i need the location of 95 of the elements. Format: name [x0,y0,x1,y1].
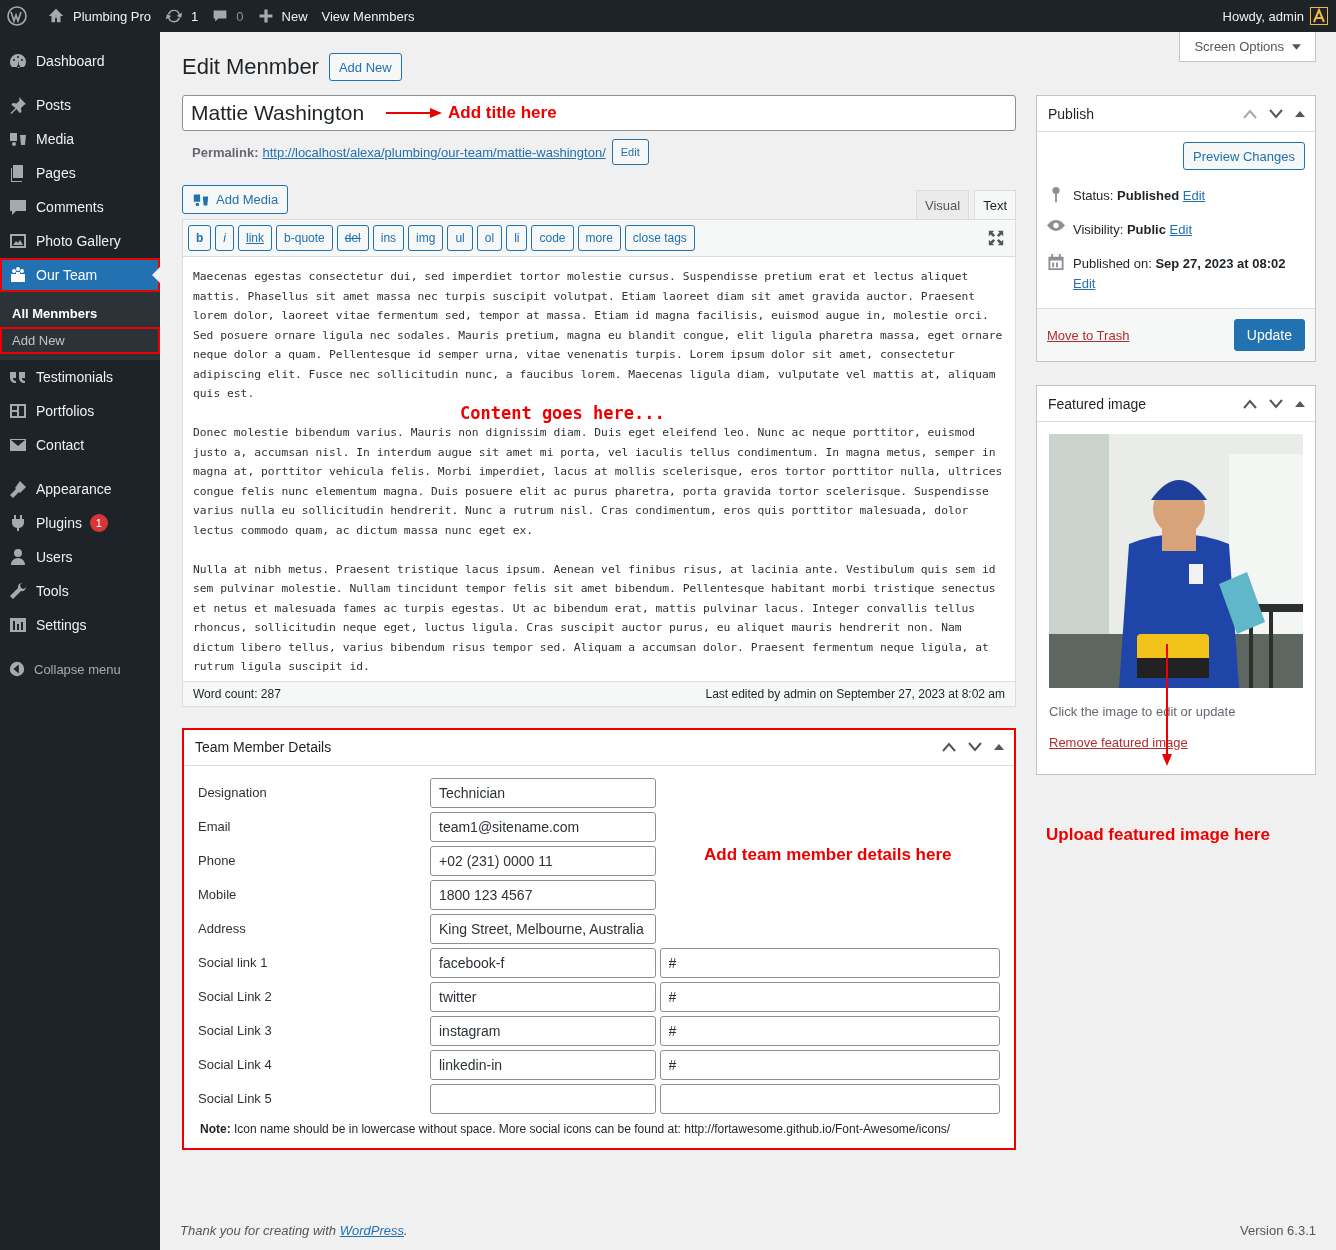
edit-link[interactable]: Edit [1182,188,1206,203]
updates-link[interactable]: 1 [165,7,199,25]
greeting-link[interactable]: Howdy, admin [1222,8,1304,24]
quicktag-button[interactable]: ins [372,225,405,251]
publish-meta: Status: Published Edit [1073,187,1206,205]
menu-item[interactable]: Dashboard [0,44,160,78]
edit-permalink-button[interactable]: Edit [611,139,649,165]
annotation-text: Add title here [448,103,557,123]
field-label: Social Link 4 [198,1057,273,1072]
quicktag-button[interactable]: close tags [624,225,695,251]
menu-item[interactable]: Contact [0,428,160,462]
input-field[interactable]: King Street, Melbourne, Australia [430,913,656,944]
menu-item[interactable]: Comments [0,190,160,224]
submenu-item[interactable]: All Menmbers [0,300,160,327]
field-label: Designation [198,785,268,800]
count-badge: 1 [89,514,108,532]
panel-title: Team Member Details [195,739,332,755]
move-to-trash-link[interactable]: Move to Trash [1047,327,1130,343]
note-text: Note: Icon name should be in lowercase without space. More social icons can be found at: http://fortawesome.github.io/Font-Awesome/icons/ [200,1121,952,1136]
field-label: Email [198,819,232,834]
permalink-link[interactable]: http://localhost/alexa/plumbing/our-team/mattie-washington/ [262,144,606,160]
content-paragraph: Maecenas egestas consectetur dui, sed imperdiet tortor molestie cursus. Suspendisse pretium erat et lectus aliquet mattis. Phasellus sit amet massa nec turpis suscipit volutpat. Etiam laoreet diam sit amet gravida auctor. Praesent lorem dolor, laoreet vitae fermentum sed, tempor at massa. Etiam id magna facilisis, euismod augue in, molestie orci. Sed posuere ornare ligula nec sodales. Mauris pretium, magna eu blandit congue, elit ligula pharetra massa, eget ornare neque dolor a quam. Pellentesque id semper urna, vitae venenatis turpis. Lorem ipsum dolor sit amet, consectetur adipiscing elit. Fusce nec sollicitudin nunc, a faucibus lorem. Maecenas ligula diam, vulputate vel mattis at, aliquam quis est. [193,269,1004,402]
wordpress-link[interactable]: WordPress [339,1223,404,1238]
footer-credit: Thank you for creating with WordPress. [180,1223,408,1238]
menu-item[interactable]: Media [0,122,160,156]
quicktag-button[interactable]: b-quote [276,225,333,251]
preview-changes-button[interactable]: Preview Changes [1183,142,1305,170]
quicktag-button[interactable]: img [408,225,444,251]
publish-meta: Published on: Sep 27, 2023 at 08:02 Edit [1073,255,1287,293]
editor-tab[interactable]: Visual [915,190,970,219]
field-label: Social Link 2 [198,989,273,1004]
screen-options-button[interactable]: Screen Options [1179,32,1316,62]
editor-tab[interactable]: Text [974,190,1016,219]
field-label: Phone [198,853,237,868]
quicktag-button[interactable]: more [577,225,621,251]
input-field[interactable]: # [659,981,1000,1012]
input-field[interactable]: # [659,1049,1000,1080]
add-new-button[interactable]: Add New [328,53,402,81]
quicktag-button[interactable]: b [188,225,212,251]
menu-item[interactable]: Tools [0,574,160,608]
input-field[interactable]: instagram [430,1015,656,1046]
add-media-button[interactable]: Add Media [182,185,289,214]
new-link[interactable]: New [257,8,308,24]
quicktag-button[interactable]: ul [447,225,473,251]
word-count: Word count: 287 [193,686,281,701]
field-label: Social Link 3 [198,1023,273,1038]
menu-item[interactable]: Pages [0,156,160,190]
field-label: Social link 1 [198,955,269,970]
menu-item[interactable]: Appearance [0,472,160,506]
input-field[interactable]: Technician [430,777,656,808]
quicktag-button[interactable]: code [531,225,574,251]
submenu-item[interactable]: Add New [0,327,160,354]
version-text: Version 6.3.1 [1240,1223,1316,1238]
menu-item[interactable]: Our Team [0,258,160,292]
input-field[interactable]: 1800 123 4567 [430,879,656,910]
edit-link[interactable]: Edit [1169,222,1192,237]
input-field[interactable]: +02 (231) 0000 11 [430,845,656,876]
content-paragraph: Donec molestie bibendum varius. Mauris non dignissim diam. Duis eget eleifend leo. Nunc ac neque porttitor, euismod justo a, accumsan nisl. In interdum augue sit amet mi porta, vel iaculis tellus condimentum. In magna metus, semper in magna at, porttitor vehicula felis. Morbi imperdiet, lacus at mollis scelerisque, eros tortor porttitor nulla, ultrices congue felis nunc elementum magna. Duis posuere elit ac purus pharetra, porta gravida tortor scelerisque. Suspendisse varius nulla eu sollicitudin hendrerit. Nunc a rutrum nisl. Cras condimentum, eros quis porttitor malesuada, dolor lectus commodo quam, ac dictum massa nunc eget ex. [193,425,1004,539]
menu-item[interactable]: Settings [0,608,160,642]
annotation-text: Add team member details here [704,844,952,865]
menu-item[interactable]: Photo Gallery [0,224,160,258]
panel-title: Featured image [1048,395,1147,412]
collapse-menu-button[interactable]: Collapse menu [0,652,160,686]
menu-item[interactable]: Testimonials [0,360,160,394]
menu-item[interactable]: Users [0,540,160,574]
menu-item[interactable]: Plugins 1 [0,506,160,540]
site-name-link[interactable]: Plumbing Pro [47,7,152,25]
content-paragraph: Nulla at nibh metus. Praesent tristique lacus ipsum. Aenean vel finibus risus, at lacinia ante. Vestibulum quis sem id sem pulvinar molestie. Nullam tincidunt tempor felis sit amet bibendum. Pellentesque habitant morbi tristique senectus et netus et malesuada fames ac turpis egestas. Ut ac bibendum erat, mattis pulvinar lacus. Integer convallis tellus rhoncus, sollicitudin neque eget, luctus ligula. Cras suscipit auctor purus, eu aliquet mauris hendrerit non. Nam dictum libero tellus, varius bibendum risus tempor sed. Aliquam a accumsan dolor. Praesent fermentum neque ligula, at rutrum ligula suscipit id. [193,561,997,675]
annotation-text: Content goes here... [460,403,665,423]
annotation-text: Upload featured image here [1046,825,1271,845]
input-field[interactable]: facebook-f [430,947,656,978]
permalink-label: Permalink: [192,144,259,160]
menu-item[interactable]: Portfolios [0,394,160,428]
field-label: Social Link 5 [198,1091,273,1106]
menu-item[interactable]: Posts [0,88,160,122]
quicktag-button[interactable]: link [238,225,273,251]
quicktag-button[interactable]: li [506,225,528,251]
update-button[interactable]: Update [1233,319,1305,351]
input-field[interactable]: twitter [430,981,656,1012]
input-field[interactable]: # [659,1015,1000,1046]
quicktag-button[interactable]: i [215,225,234,251]
input-field[interactable]: team1@sitename.com [430,811,656,842]
quicktag-button[interactable]: del [336,225,369,251]
comments-link[interactable]: 0 [212,8,244,24]
publish-meta: Visibility: Public Edit [1073,221,1192,239]
edit-link[interactable]: Edit [1073,276,1096,291]
panel-title: Publish [1048,105,1094,122]
field-label: Mobile [198,887,238,902]
input-field[interactable]: # [659,947,1000,978]
view-members-link[interactable]: View Menmbers [321,8,415,24]
input-field[interactable]: linkedin-in [430,1049,656,1080]
quicktag-button[interactable]: ol [476,225,503,251]
field-label: Address [198,921,247,936]
page-title: Edit Menmber [182,54,319,80]
last-edited: Last edited by admin on September 27, 2023 at 8:02 am [705,686,1005,701]
